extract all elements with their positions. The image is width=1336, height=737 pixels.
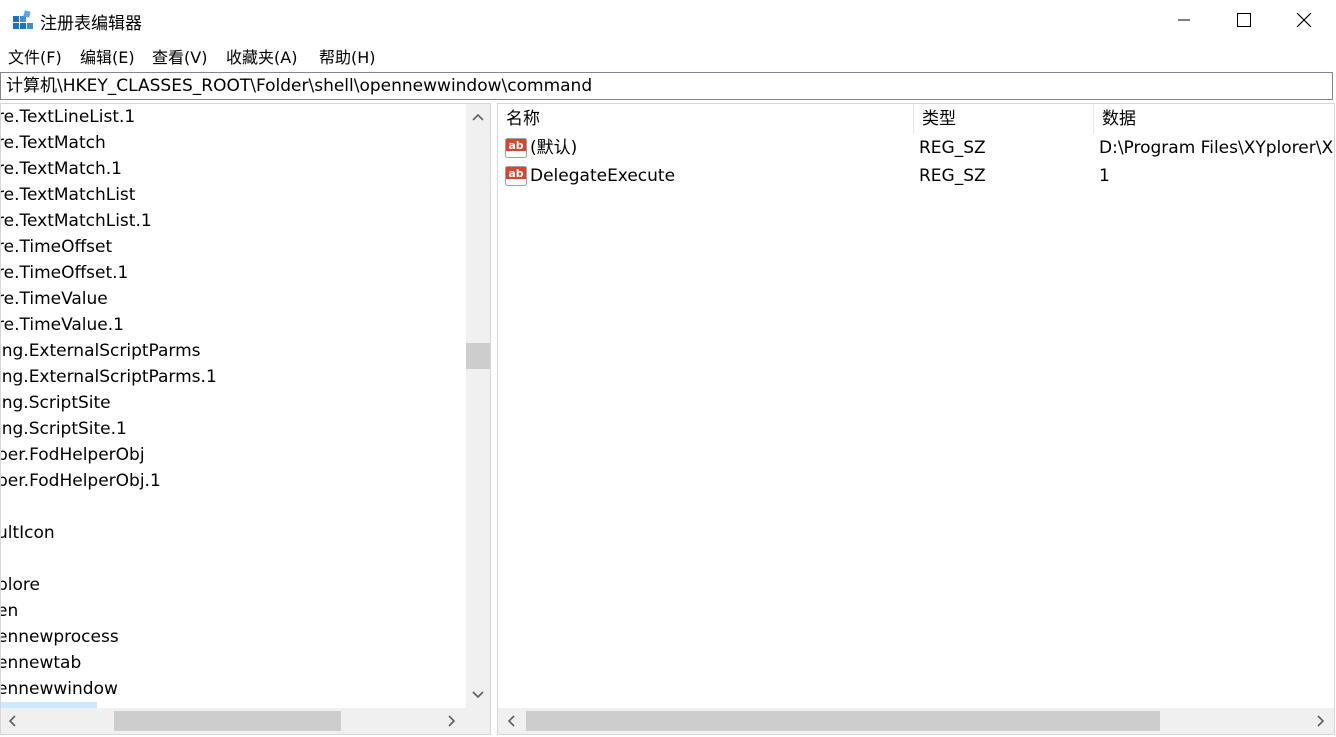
tree-item[interactable]: re.TimeValue (1, 286, 108, 312)
chevron-up-icon (472, 113, 484, 121)
tree-item[interactable]: re.TimeOffset.1 (1, 260, 128, 286)
tree-item[interactable]: re.TextLineList.1 (1, 104, 135, 130)
window-title: 注册表编辑器 (40, 14, 142, 34)
tree-item[interactable]: per.FodHelperObj (1, 442, 145, 468)
svg-text:ab: ab (508, 139, 523, 152)
tree-item[interactable]: ennewwindow (1, 676, 118, 702)
scroll-left-button[interactable] (1, 708, 23, 734)
tree-horizontal-scrollbar[interactable] (1, 708, 466, 734)
tree-item[interactable]: re.TextMatch.1 (1, 156, 122, 182)
tree-horizontal-scroll-thumb[interactable] (114, 711, 341, 731)
menu-view[interactable]: 查看(V) (152, 44, 207, 68)
value-type: REG_SZ (919, 166, 986, 186)
tree-item[interactable]: ing.ExternalScriptParms (1, 338, 201, 364)
value-row[interactable]: ab (默认) REG_SZ D:\Program Files\XYplorer… (498, 134, 1334, 162)
string-value-icon: ab (505, 166, 527, 186)
menu-favorites[interactable]: 收藏夹(A) (226, 44, 297, 68)
tree-item[interactable]: ing.ScriptSite.1 (1, 416, 127, 442)
regedit-icon (13, 10, 33, 29)
values-horizontal-scrollbar[interactable] (498, 708, 1334, 734)
tree-item[interactable]: ing.ExternalScriptParms.1 (1, 364, 217, 390)
tree-item[interactable]: re.TextMatchList.1 (1, 208, 152, 234)
close-button[interactable] (1274, 0, 1334, 40)
chevron-right-icon (1317, 715, 1325, 727)
scroll-left-button[interactable] (500, 708, 522, 734)
column-header-data[interactable]: 数据 (1094, 104, 1334, 134)
menu-help[interactable]: 帮助(H) (319, 44, 376, 68)
tree-item[interactable]: re.TextMatch (1, 130, 106, 156)
value-type: REG_SZ (919, 138, 986, 158)
scrollbar-corner (466, 708, 490, 734)
chevron-left-icon (8, 715, 16, 727)
tree-item[interactable]: en (1, 598, 18, 624)
scroll-down-button[interactable] (466, 684, 490, 706)
minimize-button[interactable] (1154, 0, 1214, 40)
tree-item[interactable]: ennewtab (1, 650, 81, 676)
column-header-name[interactable]: 名称 (498, 104, 914, 134)
chevron-left-icon (507, 715, 515, 727)
chevron-right-icon (448, 715, 456, 727)
close-icon (1296, 12, 1312, 28)
string-value-icon: ab (505, 138, 527, 158)
registry-tree: re.TextLineList.1 re.TextMatch re.TextMa… (1, 104, 466, 708)
tree-item[interactable]: re.TimeOffset (1, 234, 112, 260)
svg-text:ab: ab (508, 167, 523, 180)
maximize-icon (1237, 13, 1251, 27)
values-horizontal-scroll-thumb[interactable] (526, 711, 1160, 731)
value-row[interactable]: ab DelegateExecute REG_SZ 1 (498, 162, 1334, 190)
value-data: D:\Program Files\XYplorer\X (1099, 138, 1334, 158)
tree-item[interactable]: re.TextMatchList (1, 182, 135, 208)
registry-values-pane: 名称 类型 数据 ab (默认) REG_SZ D:\Program Files… (497, 103, 1335, 735)
tree-item[interactable]: ennewprocess (1, 624, 119, 650)
tree-item[interactable]: ultIcon (1, 520, 55, 546)
chevron-down-icon (472, 691, 484, 699)
value-name: (默认) (530, 138, 578, 158)
scroll-right-button[interactable] (1310, 708, 1332, 734)
minimize-icon (1178, 19, 1190, 21)
scroll-right-button[interactable] (441, 708, 463, 734)
menu-bar: 文件(F) 编辑(E) 查看(V) 收藏夹(A) 帮助(H) (0, 40, 1336, 70)
tree-item[interactable]: ing.ScriptSite (1, 390, 111, 416)
title-bar: 注册表编辑器 (0, 0, 1336, 40)
tree-vertical-scroll-thumb[interactable] (466, 343, 490, 369)
tree-item[interactable]: re.TimeValue.1 (1, 312, 124, 338)
scroll-up-button[interactable] (466, 106, 490, 128)
menu-file[interactable]: 文件(F) (8, 44, 62, 68)
column-header-type[interactable]: 类型 (914, 104, 1094, 134)
registry-tree-pane: re.TextLineList.1 re.TextMatch re.TextMa… (0, 103, 491, 735)
maximize-button[interactable] (1214, 0, 1274, 40)
value-name: DelegateExecute (530, 166, 676, 186)
tree-item[interactable]: per.FodHelperObj.1 (1, 468, 161, 494)
tree-item[interactable]: plore (1, 572, 40, 598)
tree-vertical-scrollbar[interactable] (466, 104, 490, 708)
address-bar[interactable]: 计算机\HKEY_CLASSES_ROOT\Folder\shell\openn… (0, 72, 1333, 100)
menu-edit[interactable]: 编辑(E) (80, 44, 135, 68)
value-data: 1 (1099, 166, 1110, 186)
